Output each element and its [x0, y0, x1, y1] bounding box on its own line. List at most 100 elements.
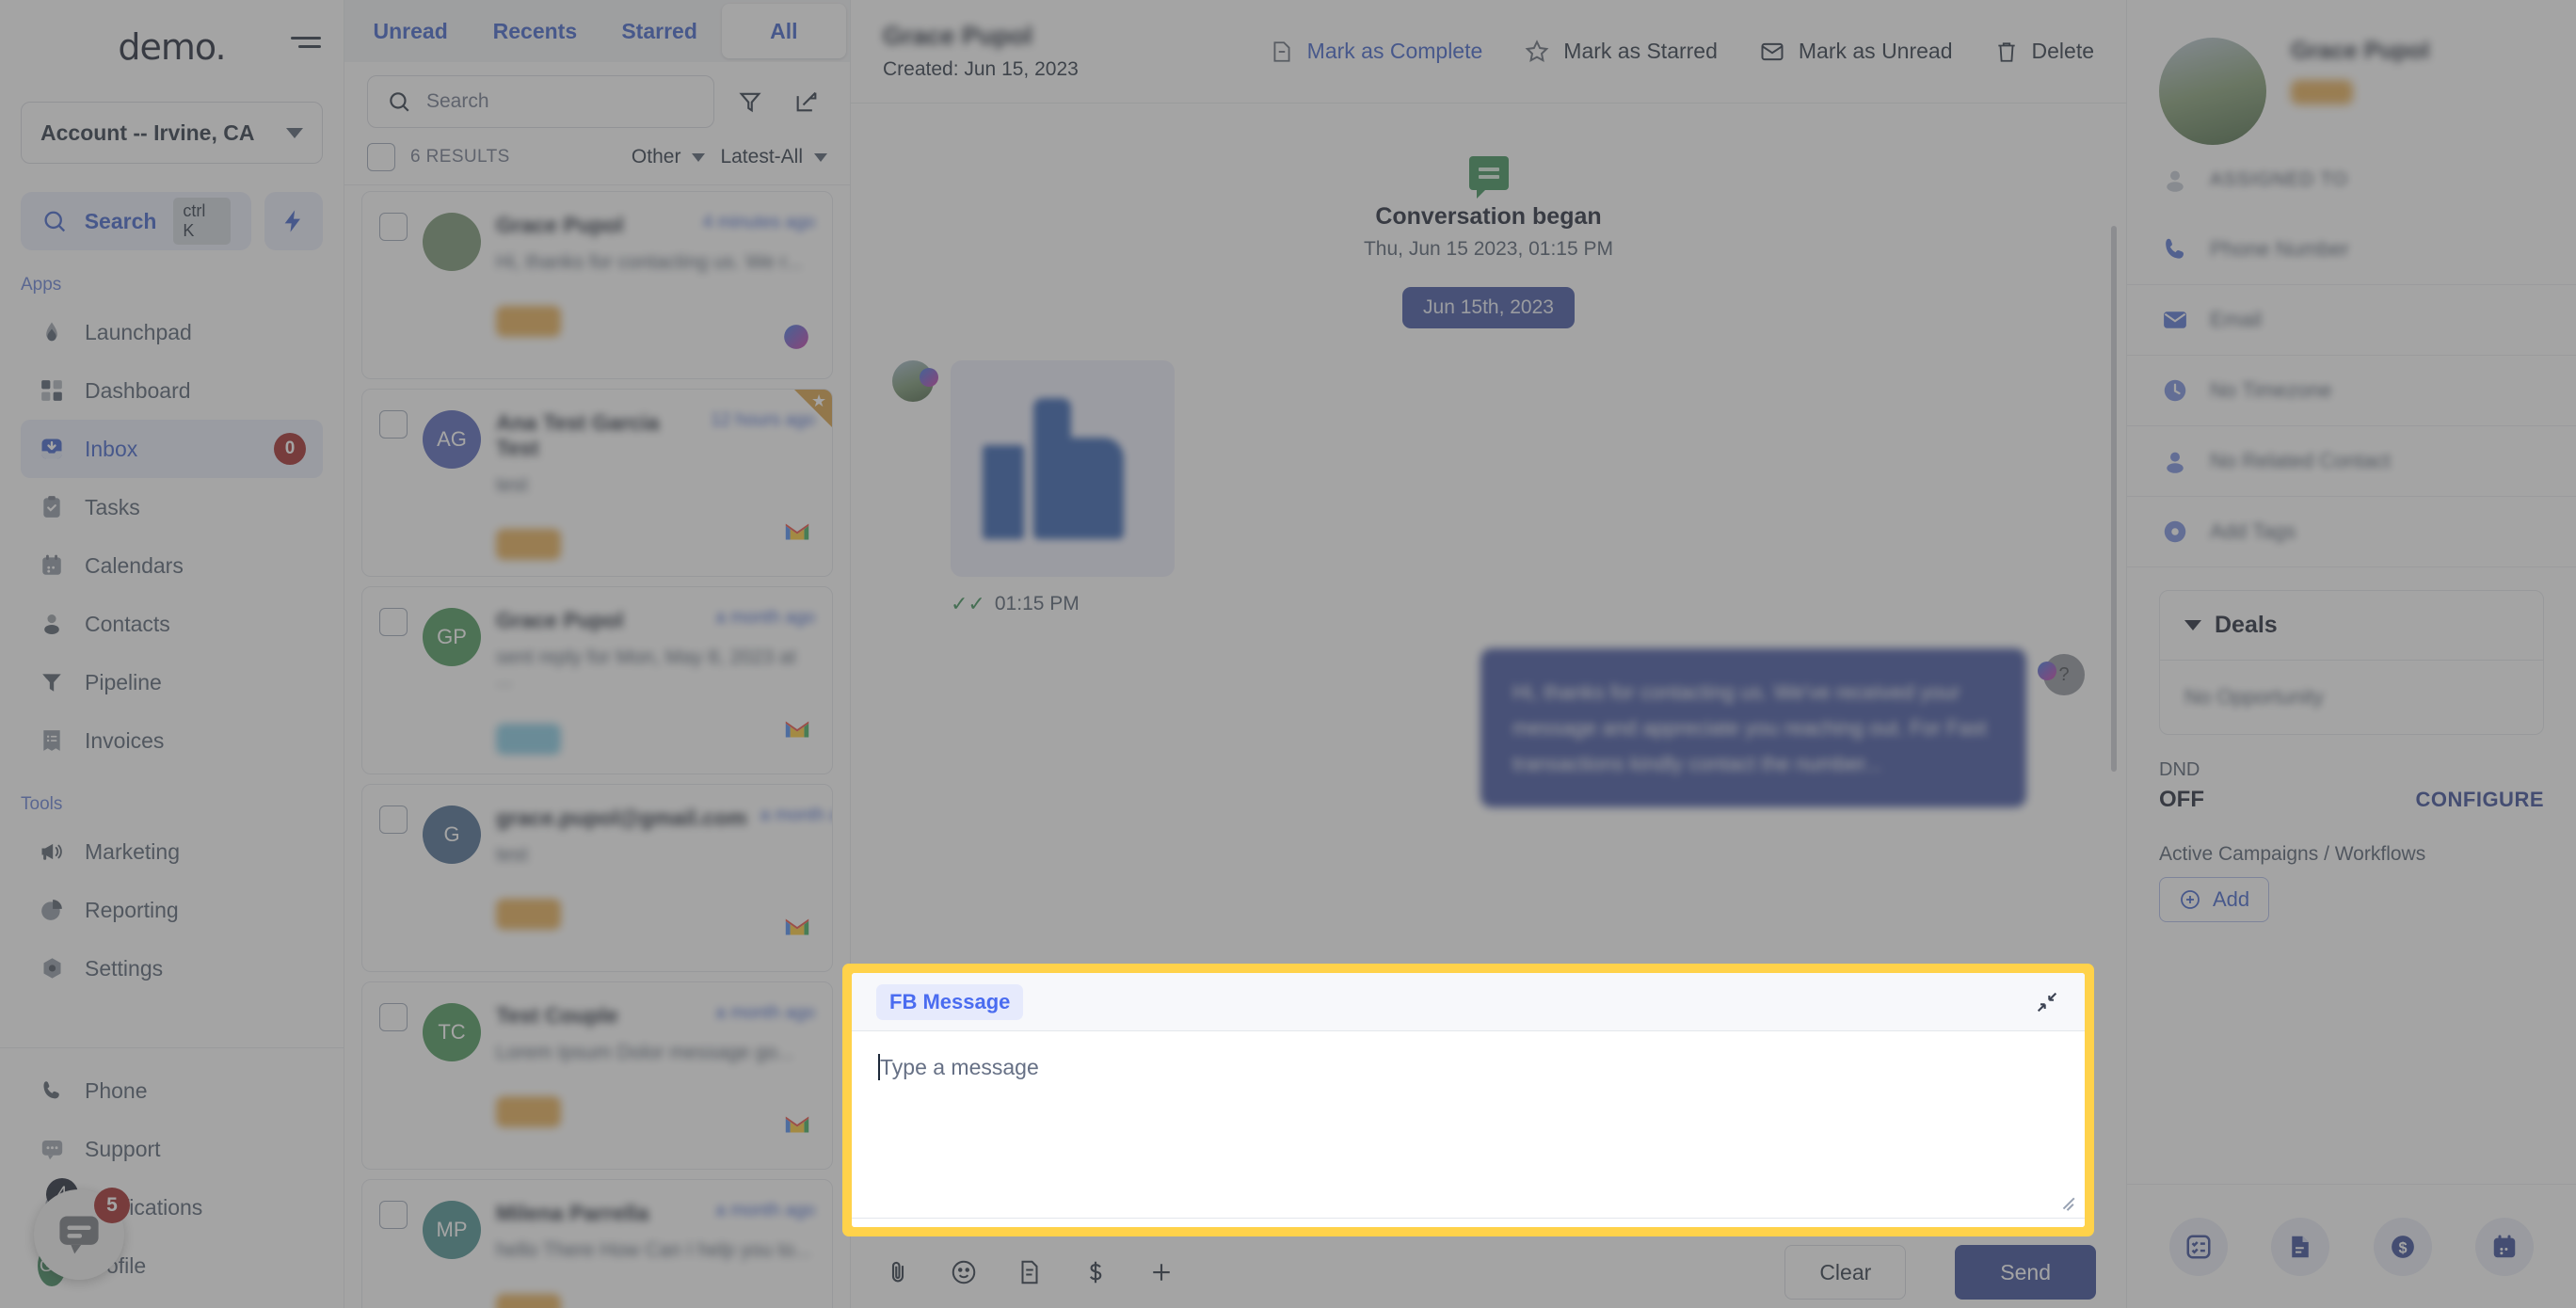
timezone-value: No Timezone — [2210, 378, 2332, 402]
timezone-field[interactable]: No Timezone — [2127, 356, 2576, 426]
collapse-arrows-icon[interactable] — [2034, 989, 2060, 1015]
tasks-list-icon[interactable] — [2169, 1217, 2229, 1276]
search-label: Search — [84, 208, 157, 233]
search-input[interactable]: Search — [367, 75, 714, 128]
list-item-name: Milena Parrella — [496, 1201, 649, 1225]
list-item[interactable]: GP Grace Pupol a month ago sent reply fo… — [361, 586, 833, 774]
sidebar-item-settings[interactable]: Settings — [21, 939, 323, 997]
clear-button[interactable]: Clear — [1784, 1245, 1907, 1300]
sidebar-divider — [0, 1047, 344, 1048]
tag-icon — [2159, 516, 2191, 548]
tab-all[interactable]: All — [721, 4, 846, 58]
sidebar-item-label: Dashboard — [85, 377, 191, 403]
avatar: TC — [423, 1003, 481, 1061]
dnd-section: DND OFF CONFIGURE — [2127, 735, 2576, 813]
list-item[interactable]: MP Milena Parrella a month ago hello The… — [361, 1179, 833, 1308]
composer-footer-divider — [852, 1218, 2085, 1227]
search-placeholder: Search — [426, 90, 489, 112]
composer-input-area[interactable]: Type a message — [852, 1031, 2085, 1218]
sidebar-item-dashboard[interactable]: Dashboard — [21, 361, 323, 420]
mark-as-complete-label: Mark as Complete — [1306, 39, 1483, 63]
delete-button[interactable]: Delete — [1994, 39, 2094, 64]
emoji-icon[interactable] — [947, 1255, 981, 1289]
mark-as-unread-button[interactable]: Mark as Unread — [1759, 39, 1953, 65]
conversation-began-icon — [1468, 156, 1509, 199]
sidebar-item-contacts[interactable]: Contacts — [21, 595, 323, 653]
send-button[interactable]: Send — [1955, 1245, 2096, 1300]
user-icon — [2159, 445, 2191, 477]
phone-field[interactable]: Phone Number — [2127, 215, 2576, 285]
message-bubble-outgoing[interactable]: Hi, thanks for contacting us. We've rece… — [1480, 648, 2026, 808]
mark-as-starred-button[interactable]: Mark as Starred — [1524, 39, 1718, 65]
email-field[interactable]: Email — [2127, 285, 2576, 356]
list-item[interactable]: AG Ana Test Garcia Test 12 hours ago tes… — [361, 389, 833, 577]
calendar-icon[interactable] — [2474, 1217, 2534, 1276]
sidebar-item-tasks[interactable]: Tasks — [21, 478, 323, 536]
composer-highlight-box: FB Message Type a message — [842, 964, 2094, 1236]
deals-header[interactable]: Deals — [2160, 591, 2543, 661]
composer-placeholder: Type a message — [880, 1055, 1039, 1079]
search-button[interactable]: Search ctrl K — [21, 192, 251, 250]
sidebar-item-label: Inbox — [85, 436, 138, 461]
sidebar-item-inbox[interactable]: Inbox 0 — [21, 420, 323, 478]
row-checkbox[interactable] — [379, 806, 408, 834]
brand-logo: demo. — [118, 26, 226, 68]
list-item-preview: test — [496, 844, 528, 866]
contact-tag-badge — [2291, 80, 2353, 104]
row-checkbox[interactable] — [379, 608, 408, 636]
support-chat-widget-button[interactable]: 5 — [34, 1188, 130, 1280]
list-item[interactable]: G grace.pupol@gmail.com a month ago test… — [361, 784, 833, 972]
quick-actions-button[interactable] — [264, 192, 323, 250]
inbox-badge: 0 — [274, 433, 306, 465]
tab-starred[interactable]: Starred — [598, 4, 722, 58]
row-checkbox[interactable] — [379, 410, 408, 439]
plus-icon[interactable] — [1144, 1255, 1178, 1289]
sort-dropdown[interactable]: Latest-All — [720, 146, 827, 168]
contact-header: Grace Pupol — [2127, 0, 2576, 145]
assigned-to-field[interactable]: ASSIGNED TO — [2127, 145, 2576, 215]
paperclip-icon[interactable] — [881, 1255, 915, 1289]
template-icon[interactable] — [1013, 1255, 1047, 1289]
sidebar-item-label: Pipeline — [85, 669, 162, 694]
composer-channel-tag[interactable]: FB Message — [876, 983, 1024, 1020]
select-all-checkbox[interactable] — [367, 143, 395, 171]
sidebar-item-calendars[interactable]: Calendars — [21, 536, 323, 595]
sidebar-item-launchpad[interactable]: Launchpad — [21, 303, 323, 361]
sidebar-item-invoices[interactable]: Invoices — [21, 711, 323, 770]
phone-value: Phone Number — [2210, 237, 2349, 261]
filter-button[interactable] — [729, 81, 771, 122]
account-selector[interactable]: Account -- Irvine, CA — [21, 102, 323, 164]
sidebar-item-support[interactable]: Support — [21, 1120, 323, 1178]
dollar-icon[interactable] — [1079, 1255, 1112, 1289]
tab-recents[interactable]: Recents — [472, 4, 597, 58]
compose-button[interactable] — [786, 81, 827, 122]
row-checkbox[interactable] — [379, 213, 408, 241]
filter-type-dropdown[interactable]: Other — [632, 146, 706, 168]
sidebar-collapse-icon[interactable] — [291, 28, 325, 56]
document-icon[interactable] — [2271, 1217, 2330, 1276]
calendar-icon — [38, 551, 66, 580]
tab-unread[interactable]: Unread — [348, 4, 472, 58]
message-bubble-incoming[interactable] — [951, 360, 1175, 577]
conversation-scrollbar[interactable] — [2111, 226, 2117, 772]
list-item-time: 12 hours ago — [711, 410, 815, 430]
add-campaign-button[interactable]: Add — [2159, 877, 2270, 922]
list-item[interactable]: TC Test Couple a month ago Lorem Ipsum D… — [361, 981, 833, 1170]
message-timestamp-incoming: ✓✓ 01:15 PM — [951, 592, 2085, 616]
sidebar-item-pipeline[interactable]: Pipeline — [21, 653, 323, 711]
sidebar-item-phone[interactable]: Phone — [21, 1061, 323, 1120]
row-checkbox[interactable] — [379, 1201, 408, 1229]
avatar — [423, 213, 481, 271]
list-item[interactable]: Grace Pupol 4 minutes ago Hi, thanks for… — [361, 191, 833, 379]
avatar: G — [423, 806, 481, 864]
composer-resize-handle[interactable] — [2060, 1193, 2077, 1210]
dnd-configure-button[interactable]: CONFIGURE — [2416, 788, 2545, 812]
related-contact-field[interactable]: No Related Contact — [2127, 426, 2576, 497]
row-checkbox[interactable] — [379, 1003, 408, 1031]
tags-field[interactable]: Add Tags — [2127, 497, 2576, 567]
sidebar-item-marketing[interactable]: Marketing — [21, 822, 323, 881]
sidebar-item-reporting[interactable]: Reporting — [21, 881, 323, 939]
dollar-circle-icon[interactable]: $ — [2373, 1217, 2432, 1276]
section-label-apps: Apps — [21, 275, 62, 295]
mark-as-complete-button[interactable]: Mark as Complete — [1270, 39, 1483, 64]
